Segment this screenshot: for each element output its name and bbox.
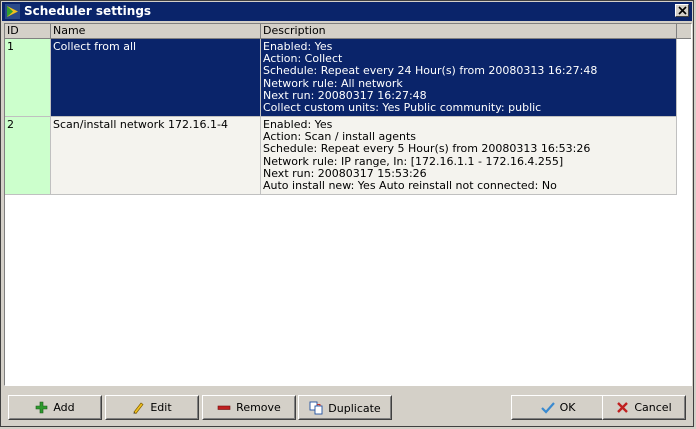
description-line: Network rule: All network bbox=[263, 76, 403, 90]
description-line: Network rule: IP range, In: [172.16.1.1 … bbox=[263, 154, 564, 168]
cancel-x-icon bbox=[617, 402, 629, 413]
duplicate-icon bbox=[309, 401, 323, 415]
edit-button[interactable]: Edit bbox=[105, 395, 199, 420]
description-line: Schedule: Repeat every 5 Hour(s) from 20… bbox=[263, 142, 591, 156]
checkmark-icon bbox=[540, 402, 555, 414]
add-button[interactable]: Add bbox=[8, 395, 102, 420]
cancel-button-label: Cancel bbox=[634, 401, 672, 414]
app-icon bbox=[5, 4, 20, 19]
description-line: Schedule: Repeat every 24 Hour(s) from 2… bbox=[263, 64, 598, 78]
row-description-cell[interactable]: Enabled: Yes Action: Scan / install agen… bbox=[261, 117, 677, 195]
table-row[interactable]: 1 Collect from all Enabled: Yes Action: … bbox=[5, 39, 677, 117]
schedule-grid[interactable]: ID Name Description 1 Collect from all E… bbox=[4, 23, 692, 386]
description-line: Collect custom units: Yes Public communi… bbox=[263, 101, 542, 115]
add-button-label: Add bbox=[53, 401, 75, 414]
pencil-icon bbox=[133, 402, 144, 414]
ok-button[interactable]: OK bbox=[511, 395, 605, 420]
minus-icon bbox=[217, 405, 231, 410]
plus-icon bbox=[36, 401, 48, 414]
row-name-cell[interactable]: Scan/install network 172.16.1-4 bbox=[51, 117, 261, 195]
column-header-filler bbox=[677, 24, 691, 39]
duplicate-button-label: Duplicate bbox=[328, 402, 381, 415]
remove-button[interactable]: Remove bbox=[202, 395, 296, 420]
cancel-button[interactable]: Cancel bbox=[602, 395, 686, 420]
row-id-cell[interactable]: 2 bbox=[5, 117, 51, 195]
duplicate-button[interactable]: Duplicate bbox=[298, 395, 392, 420]
column-header-id[interactable]: ID bbox=[5, 24, 51, 39]
close-button[interactable] bbox=[675, 4, 689, 17]
grid-header: ID Name Description bbox=[5, 24, 691, 39]
row-id-cell[interactable]: 1 bbox=[5, 39, 51, 117]
table-row[interactable]: 2 Scan/install network 172.16.1-4 Enable… bbox=[5, 117, 677, 195]
close-icon bbox=[678, 6, 687, 15]
column-header-description[interactable]: Description bbox=[261, 24, 677, 39]
scheduler-settings-dialog: Scheduler settings ID Name Description 1… bbox=[0, 0, 694, 427]
ok-button-label: OK bbox=[559, 401, 576, 414]
edit-button-label: Edit bbox=[150, 401, 172, 414]
row-description-cell[interactable]: Enabled: Yes Action: Collect Schedule: R… bbox=[261, 39, 677, 117]
column-header-name[interactable]: Name bbox=[51, 24, 261, 39]
title-bar[interactable]: Scheduler settings bbox=[2, 2, 692, 21]
description-line: Auto install new: Yes Auto reinstall not… bbox=[263, 179, 557, 193]
window-title: Scheduler settings bbox=[24, 4, 152, 18]
remove-button-label: Remove bbox=[236, 401, 281, 414]
row-name-cell[interactable]: Collect from all bbox=[51, 39, 261, 117]
